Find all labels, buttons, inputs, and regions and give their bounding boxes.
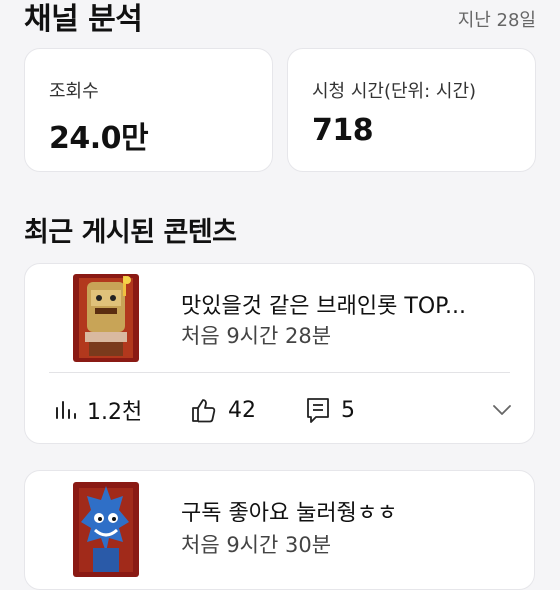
comments-metric: 5 xyxy=(305,394,355,426)
item-title[interactable]: 맛있을것 같은 브래인롯 TOP... xyxy=(181,288,466,320)
content-item[interactable]: 구독 좋아요 눌러줭ㅎㅎ 처음 9시간 30분 xyxy=(24,470,535,590)
recent-content-title: 최근 게시된 콘텐츠 xyxy=(24,217,237,248)
watch-time-label: 시청 시간(단위: 시간) xyxy=(312,81,477,102)
period-label[interactable]: 지난 28일 xyxy=(458,6,536,32)
views-label: 조회수 xyxy=(49,81,99,102)
brainrot-bread-thumbnail[interactable] xyxy=(73,274,139,362)
thumbs-up-icon xyxy=(190,396,218,424)
likes-count: 42 xyxy=(228,397,256,423)
blue-monster-thumbnail[interactable] xyxy=(73,482,139,577)
content-item[interactable]: 맛있을것 같은 브래인롯 TOP... 처음 9시간 28분 1.2천 42 5 xyxy=(24,263,535,444)
chevron-down-icon[interactable] xyxy=(490,398,514,422)
item-time: 처음 9시간 28분 xyxy=(181,324,332,348)
likes-metric: 42 xyxy=(190,394,256,426)
comments-count: 5 xyxy=(341,397,355,423)
watch-time-value: 718 xyxy=(312,113,374,148)
views-metric: 1.2천 xyxy=(53,394,142,426)
comment-icon xyxy=(305,396,331,424)
divider xyxy=(49,372,510,373)
views-card[interactable]: 조회수 24.0만 xyxy=(24,48,273,172)
item-time: 처음 9시간 30분 xyxy=(181,533,332,557)
page-title: 채널 분석 xyxy=(24,2,143,37)
views-count: 1.2천 xyxy=(87,400,143,425)
item-title[interactable]: 구독 좋아요 눌러줭ㅎㅎ xyxy=(181,495,397,527)
watch-time-card[interactable]: 시청 시간(단위: 시간) 718 xyxy=(287,48,536,172)
bar-chart-icon xyxy=(53,398,77,422)
views-value: 24.0만 xyxy=(49,121,149,156)
